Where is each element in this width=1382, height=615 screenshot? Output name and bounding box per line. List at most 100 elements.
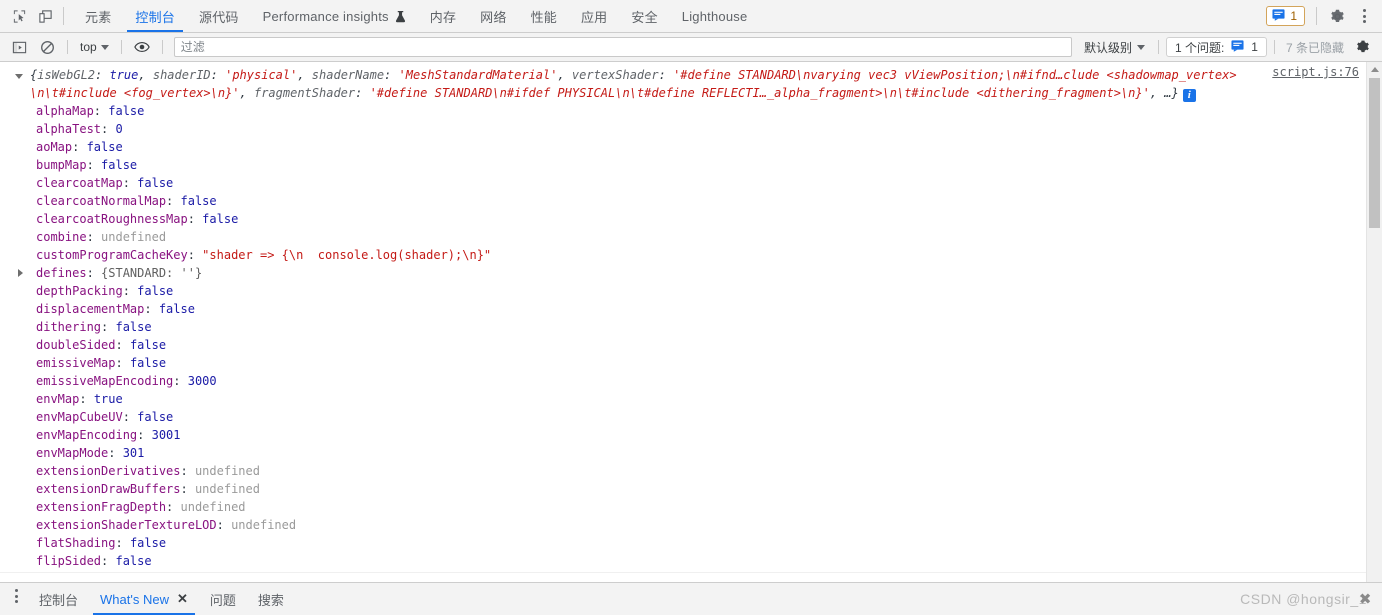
tab-performance[interactable]: 性能	[519, 0, 569, 32]
drawer-tab-whats-new[interactable]: What's New ✕	[89, 583, 199, 615]
tab-label: Performance insights	[262, 8, 389, 24]
panel-tabs: 元素 控制台 源代码 Performance insights 内存 网络 性能…	[73, 0, 1266, 32]
issues-counter-button[interactable]: 1	[1266, 6, 1305, 26]
drawer-tab-search[interactable]: 搜索	[247, 583, 295, 615]
object-property-row[interactable]: customProgramCacheKey: "shader => {\n co…	[36, 246, 1367, 264]
drawer-tabbar: 控制台 What's New ✕ 问题 搜索 CSDN @hongsir_1 ✖	[0, 582, 1382, 615]
object-property-row[interactable]: emissiveMap: false	[36, 354, 1367, 372]
tab-security[interactable]: 安全	[619, 0, 669, 32]
property-value: false	[202, 212, 239, 226]
object-property-row[interactable]: depthPacking: false	[36, 282, 1367, 300]
property-value: false	[129, 356, 167, 370]
close-icon[interactable]: ✕	[177, 591, 188, 607]
preview-key: shaderName	[311, 68, 385, 82]
object-preview[interactable]: {isWebGL2: true, shaderID: 'physical', s…	[0, 66, 1367, 102]
object-property-row[interactable]: extensionShaderTextureLOD: undefined	[36, 516, 1367, 534]
scrollbar-up-arrow[interactable]	[1367, 62, 1382, 77]
clear-console-icon[interactable]	[34, 34, 60, 60]
tab-label: 元素	[85, 9, 112, 25]
info-badge-icon[interactable]: i	[1182, 89, 1196, 102]
toolbar-divider-right	[1316, 7, 1317, 25]
object-property-row[interactable]: clearcoatMap: false	[36, 174, 1367, 192]
scrollbar-thumb[interactable]	[1369, 78, 1380, 228]
execution-context-selector[interactable]: top	[75, 38, 114, 56]
drawer-tab-label: 问题	[209, 592, 236, 608]
object-property-row[interactable]: doubleSided: false	[36, 336, 1367, 354]
property-name: clearcoatNormalMap	[36, 194, 167, 208]
tab-sources[interactable]: 源代码	[187, 0, 251, 32]
log-level-selector[interactable]: 默认级别	[1078, 37, 1151, 58]
tab-label: 应用	[580, 9, 608, 25]
preview-string: 'MeshStandardMaterial'	[398, 68, 558, 82]
property-colon: :	[173, 374, 188, 388]
property-name: emissiveMapEncoding	[36, 374, 174, 388]
filter-divider-3	[161, 40, 163, 54]
property-value: false	[115, 554, 152, 568]
filter-input[interactable]	[173, 37, 1072, 57]
object-property-row[interactable]: displacementMap: false	[36, 300, 1367, 318]
tab-performance-insights[interactable]: Performance insights	[251, 0, 418, 32]
console-sidebar-icon[interactable]	[6, 34, 32, 60]
preview-punctuation: :	[384, 68, 399, 82]
property-value: false	[86, 140, 123, 154]
property-value: undefined	[231, 518, 297, 532]
issues-bar-count: 1	[1251, 40, 1258, 54]
console-message: {isWebGL2: true, shaderID: 'physical', s…	[0, 62, 1367, 573]
object-property-row[interactable]: clearcoatRoughnessMap: false	[36, 210, 1367, 228]
object-property-row[interactable]: extensionFragDepth: undefined	[36, 498, 1367, 516]
device-toolbar-icon[interactable]	[32, 3, 58, 29]
object-property-row[interactable]: alphaTest: 0	[36, 120, 1367, 138]
inspect-cursor-icon[interactable]	[6, 3, 32, 29]
drawer-tab-issues[interactable]: 问题	[199, 583, 247, 615]
object-property-row[interactable]: defines: {STANDARD: ''}	[18, 264, 1367, 282]
object-property-row[interactable]: envMapCubeUV: false	[36, 408, 1367, 426]
log-level-label: 默认级别	[1083, 40, 1132, 55]
object-property-row[interactable]: flatShading: false	[36, 534, 1367, 552]
issues-bar-button[interactable]: 1 个问题: 1	[1165, 37, 1267, 57]
object-property-row[interactable]: combine: undefined	[36, 228, 1367, 246]
preview-punctuation: ,	[138, 68, 153, 82]
property-colon: :	[93, 104, 109, 118]
property-name: customProgramCacheKey	[36, 248, 188, 262]
drawer-tab-console[interactable]: 控制台	[28, 583, 89, 615]
tab-label: 性能	[530, 9, 557, 25]
property-colon: :	[72, 140, 87, 154]
object-property-row[interactable]: aoMap: false	[36, 138, 1367, 156]
console-scrollbar[interactable]	[1366, 62, 1382, 582]
tab-console[interactable]: 控制台	[123, 0, 187, 32]
source-link[interactable]: script.js:76	[1272, 65, 1359, 79]
property-colon: :	[115, 536, 130, 550]
expand-toggle-icon[interactable]	[18, 269, 23, 277]
preview-punctuation: ,	[297, 68, 312, 82]
property-name: extensionShaderTextureLOD	[36, 518, 217, 532]
tab-lighthouse[interactable]: Lighthouse	[670, 0, 760, 32]
object-property-row[interactable]: flipSided: false	[36, 552, 1367, 570]
tab-memory[interactable]: 内存	[418, 0, 468, 32]
console-settings-icon[interactable]	[1350, 34, 1376, 60]
context-label: top	[80, 40, 97, 54]
object-property-row[interactable]: envMap: true	[36, 390, 1367, 408]
object-property-row[interactable]: bumpMap: false	[36, 156, 1367, 174]
object-property-row[interactable]: clearcoatNormalMap: false	[36, 192, 1367, 210]
tab-application[interactable]: 应用	[569, 0, 619, 32]
object-property-row[interactable]: envMapEncoding: 3001	[36, 426, 1367, 444]
tab-network[interactable]: 网络	[468, 0, 518, 32]
object-property-row[interactable]: extensionDrawBuffers: undefined	[36, 480, 1367, 498]
object-property-row[interactable]: extensionDerivatives: undefined	[36, 462, 1367, 480]
tab-elements[interactable]: 元素	[73, 0, 123, 32]
live-expression-icon[interactable]	[129, 34, 155, 60]
object-property-row[interactable]: envMapMode: 301	[36, 444, 1367, 462]
property-value: 3001	[151, 428, 181, 442]
object-property-row[interactable]: emissiveMapEncoding: 3000	[36, 372, 1367, 390]
object-property-row[interactable]: alphaMap: false	[36, 102, 1367, 120]
object-property-list: alphaMap: false alphaTest: 0 aoMap: false b…	[0, 102, 1367, 570]
property-colon: :	[86, 158, 102, 172]
property-value: false	[137, 284, 174, 298]
more-vertical-icon[interactable]	[4, 583, 28, 609]
property-value: undefined	[180, 500, 246, 514]
object-property-row[interactable]: dithering: false	[36, 318, 1367, 336]
property-name: dithering	[36, 320, 102, 334]
property-name: emissiveMap	[36, 356, 116, 370]
more-vertical-icon[interactable]	[1352, 3, 1376, 29]
gear-icon[interactable]	[1324, 3, 1350, 29]
